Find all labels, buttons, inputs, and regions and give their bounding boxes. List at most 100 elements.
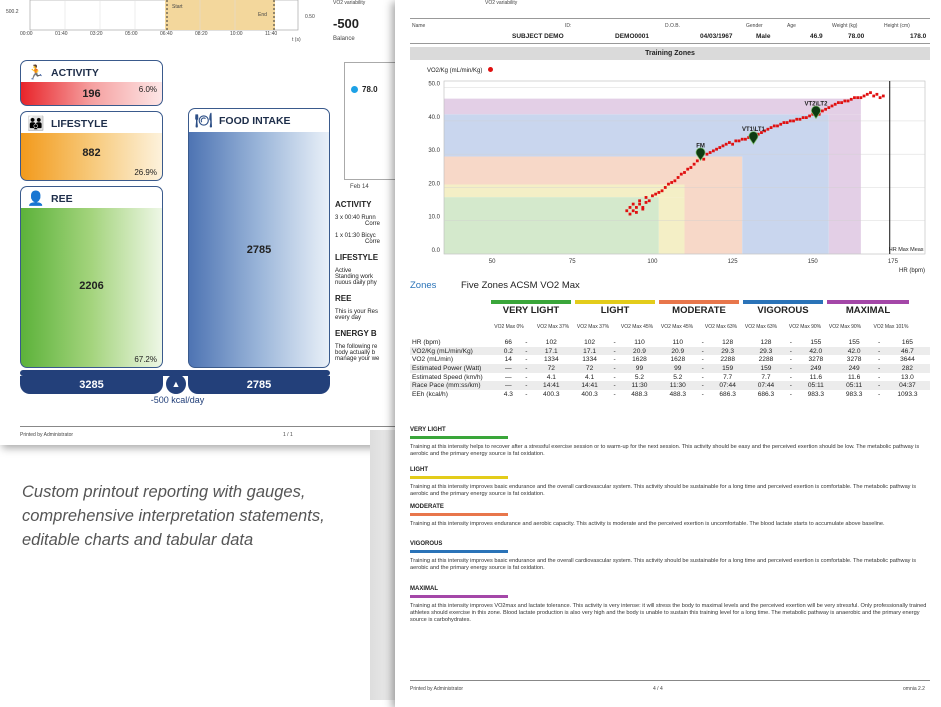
table-cell: 983.3 xyxy=(807,390,825,398)
y-tick-label: 50.0 xyxy=(428,82,440,88)
zone-band xyxy=(828,114,861,254)
zone-band xyxy=(444,98,861,115)
data-point xyxy=(625,209,629,213)
weight-point xyxy=(351,86,358,93)
lifestyle-value: 882 xyxy=(82,147,101,159)
subject-height: 178.0 xyxy=(910,33,927,40)
top-x-tick: 00:00 xyxy=(20,31,33,37)
activity-title: ACTIVITY xyxy=(51,67,99,79)
table-cell: - xyxy=(785,381,797,391)
table-cell: 42.0 xyxy=(834,346,874,356)
table-cell: - xyxy=(701,390,704,398)
table-cell: - xyxy=(696,364,709,373)
table-cell: - xyxy=(877,356,881,364)
table-cell: - xyxy=(877,390,881,398)
data-point xyxy=(824,107,827,111)
description-title: MODERATE xyxy=(410,504,444,510)
table-cell: 1628 xyxy=(670,356,686,364)
top-x-tick: 05:00 xyxy=(125,31,138,37)
subject-weight: 78.00 xyxy=(848,33,865,40)
data-point xyxy=(641,207,645,211)
table-cell: — xyxy=(496,364,521,373)
data-point xyxy=(872,94,876,98)
zone-header-vigorous: VIGOROUS xyxy=(757,305,809,316)
table-cell: - xyxy=(525,356,528,364)
runner-icon: 🏃 xyxy=(27,64,45,80)
zone-band xyxy=(444,197,659,254)
data-point xyxy=(878,96,882,100)
total-intake: 2785 xyxy=(188,376,330,394)
data-point xyxy=(708,151,712,154)
data-point xyxy=(631,202,635,206)
table-cell: 165 xyxy=(901,338,913,346)
ree-gauge-header: 👤 REE xyxy=(20,186,163,208)
threshold-label: VT2\LT2 xyxy=(805,102,829,108)
table-cell: 14 xyxy=(504,356,512,364)
top-x-tick: 03:20 xyxy=(90,31,103,37)
table-cell: 11.6 xyxy=(809,373,822,381)
data-point xyxy=(721,144,725,148)
data-point xyxy=(737,139,741,143)
table-cell: — xyxy=(496,381,521,391)
table-cell: 7.7 xyxy=(723,373,733,381)
table-cell: 3278 xyxy=(846,356,862,364)
data-point xyxy=(827,106,831,110)
zone-header-very-light: VERY LIGHT xyxy=(502,305,560,316)
lifestyle-gauge-body: 882 26.9% xyxy=(20,133,163,181)
table-cell: 110 xyxy=(672,338,684,346)
table-cell: 159 xyxy=(746,364,786,373)
id-label: ID: xyxy=(565,23,572,29)
data-point xyxy=(772,124,776,128)
data-point xyxy=(766,127,770,131)
table-cell: 29.3 xyxy=(708,346,747,356)
food-intake-header: 🍽 FOOD INTAKE xyxy=(188,108,330,132)
table-cell: 2288 xyxy=(758,356,774,364)
activity-value: 196 xyxy=(82,88,101,100)
balance-label: Balance xyxy=(333,36,355,42)
table-cell: — xyxy=(504,373,512,381)
data-point xyxy=(695,159,699,163)
table-cell: 983.3 xyxy=(845,390,863,398)
table-cell: 99 xyxy=(658,364,697,373)
row-label: VO2/Kg (mL/min/Kg) xyxy=(410,346,496,356)
table-cell: 5.2 xyxy=(673,373,683,381)
threshold-label: VT1\LT1 xyxy=(742,127,766,133)
data-point xyxy=(715,147,718,151)
table-cell: - xyxy=(701,356,704,364)
data-point xyxy=(718,146,722,149)
subject-id: DEMO0001 xyxy=(615,33,649,40)
data-point xyxy=(875,92,879,96)
data-point xyxy=(801,116,805,119)
zone-bar-very-light xyxy=(491,300,571,304)
zone-sub-max: VO2 Max 101% xyxy=(873,324,909,330)
table-cell: - xyxy=(520,346,533,356)
table-cell: - xyxy=(613,390,616,398)
vo2-hr-chart: 0.010.020.030.040.050.050 75 100 125 150 175H… xyxy=(428,80,926,274)
hr-max-label: HR Max Meas xyxy=(889,247,924,253)
table-cell: 4.1 xyxy=(546,373,556,381)
y-tick-label: 20.0 xyxy=(428,181,440,187)
zone-sub-max: VO2 Max 90% xyxy=(788,324,822,330)
data-point xyxy=(647,199,651,203)
activity-percent: 6.0% xyxy=(138,85,157,94)
y-tick-label: 30.0 xyxy=(428,148,440,154)
table-cell: 2288 xyxy=(720,356,735,364)
subject-gender: Male xyxy=(756,33,771,40)
data-point xyxy=(776,124,779,128)
table-cell: 5.2 xyxy=(634,373,645,381)
zone-sub-min: VO2 Max 63% xyxy=(744,324,778,330)
table-cell: - xyxy=(789,356,792,364)
data-point xyxy=(679,172,683,176)
data-point xyxy=(785,121,789,124)
data-point xyxy=(654,192,658,196)
table-cell: 11.6 xyxy=(847,373,861,381)
table-cell: - xyxy=(696,346,709,356)
table-cell: - xyxy=(785,364,797,373)
zone-sub-max: VO2 Max 45% xyxy=(620,324,654,330)
data-point xyxy=(686,167,690,171)
zone-bar-vigorous xyxy=(743,300,823,304)
zone-sub-max: VO2 Max 37% xyxy=(536,324,570,330)
data-point xyxy=(808,114,811,118)
table-cell: - xyxy=(696,381,709,391)
daily-balance: -500 kcal/day xyxy=(150,395,205,405)
